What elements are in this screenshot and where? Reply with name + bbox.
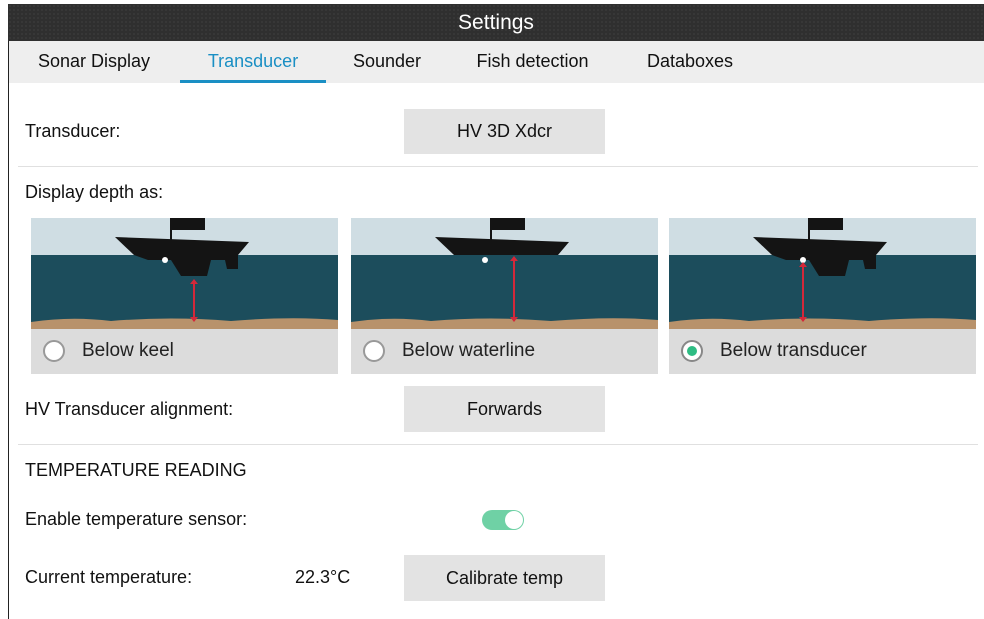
- option-footer: Below waterline: [351, 329, 658, 374]
- radio-below-keel[interactable]: [43, 340, 65, 362]
- depth-option-below-waterline[interactable]: Below waterline: [351, 218, 658, 374]
- alignment-label: HV Transducer alignment:: [25, 399, 234, 419]
- option-footer: Below keel: [31, 329, 338, 374]
- tab-bar: Sonar Display Transducer Sounder Fish de…: [9, 41, 984, 83]
- enable-temperature-label: Enable temperature sensor:: [25, 509, 248, 529]
- settings-window: Settings Sonar Display Transducer Sounde…: [8, 4, 984, 619]
- tab-transducer[interactable]: Transducer: [180, 41, 326, 83]
- tab-databoxes[interactable]: Databoxes: [635, 41, 745, 83]
- temperature-sensor-toggle[interactable]: [482, 510, 524, 530]
- option-label-below-transducer: Below transducer: [720, 340, 867, 361]
- calibrate-temp-button[interactable]: Calibrate temp: [404, 555, 605, 601]
- radio-below-waterline[interactable]: [363, 340, 385, 362]
- current-temperature-label: Current temperature:: [25, 567, 193, 587]
- window-title: Settings: [8, 4, 984, 41]
- divider: [18, 166, 978, 167]
- toggle-knob: [505, 511, 523, 529]
- divider: [18, 444, 978, 445]
- depth-option-below-transducer[interactable]: Below transducer: [669, 218, 976, 374]
- depth-below-transducer-diagram: [669, 218, 976, 329]
- transducer-select-button[interactable]: HV 3D Xdcr: [404, 109, 605, 154]
- depth-option-below-keel[interactable]: Below keel: [31, 218, 338, 374]
- depth-below-keel-diagram: [31, 218, 338, 329]
- depth-below-waterline-diagram: [351, 218, 658, 329]
- tab-sounder[interactable]: Sounder: [347, 41, 427, 83]
- option-label-below-waterline: Below waterline: [402, 340, 536, 361]
- option-footer: Below transducer: [669, 329, 976, 374]
- temperature-section-title: TEMPERATURE READING: [25, 460, 247, 480]
- tab-sonar-display[interactable]: Sonar Display: [34, 41, 154, 83]
- tab-fish-detection[interactable]: Fish detection: [464, 41, 601, 83]
- radio-below-transducer[interactable]: [681, 340, 703, 362]
- transducer-label: Transducer:: [25, 121, 121, 141]
- option-label-below-keel: Below keel: [82, 340, 174, 361]
- display-depth-label: Display depth as:: [25, 182, 164, 202]
- alignment-select-button[interactable]: Forwards: [404, 386, 605, 432]
- current-temperature-value: 22.3°C: [295, 567, 351, 587]
